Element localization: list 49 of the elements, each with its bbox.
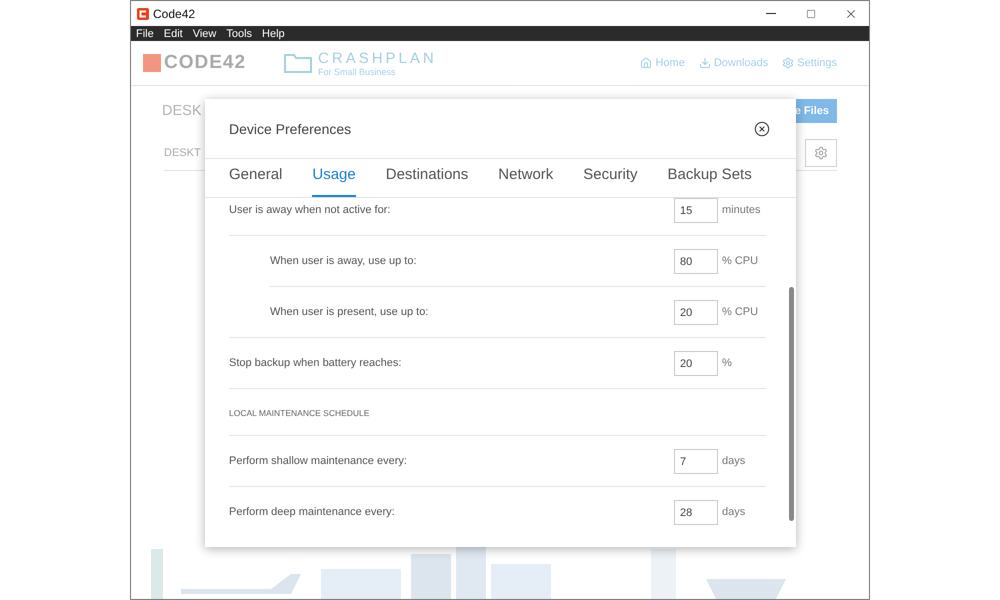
logo-icon: [143, 54, 161, 72]
minimize-icon: [766, 13, 776, 14]
settings-icon: [782, 57, 794, 69]
menu-item[interactable]: Help: [262, 28, 285, 40]
setting-label: Perform shallow maintenance every:: [229, 454, 408, 469]
setting-label: When user is away, use up to:: [270, 254, 418, 269]
home-icon: [640, 57, 652, 69]
download-icon: [698, 57, 711, 69]
tab[interactable]: Network: [498, 159, 554, 197]
product-tagline: For Small Business: [318, 66, 397, 76]
menu-item[interactable]: File: [136, 28, 154, 40]
dialog-title: Device Preferences: [229, 120, 352, 136]
tab[interactable]: Security: [583, 159, 638, 197]
input-field[interactable]: 28: [674, 500, 718, 525]
close-icon[interactable]: [754, 120, 770, 136]
tab[interactable]: Backup Sets: [667, 159, 752, 197]
maximize-icon: [806, 8, 816, 18]
input-field[interactable]: 20: [674, 300, 718, 325]
window-title: Code42: [153, 6, 196, 20]
unit-label: %: [722, 356, 733, 371]
input-field[interactable]: 80: [674, 249, 718, 274]
settings-button[interactable]: [805, 139, 837, 167]
settings-icon: [814, 146, 828, 160]
unit-label: minutes: [722, 203, 762, 218]
device-label: DESKT: [164, 147, 201, 159]
input-field[interactable]: 15: [674, 198, 718, 223]
logo-text: CODE42: [164, 52, 246, 74]
folder-icon: [284, 53, 312, 73]
tab[interactable]: Usage: [312, 159, 356, 197]
section-heading: LOCAL MAINTENANCE SCHEDULE: [229, 407, 370, 420]
setting-label: User is away when not active for:: [229, 203, 392, 218]
setting-label: When user is present, use up to:: [270, 305, 430, 320]
unit-label: % CPU: [722, 305, 760, 320]
input-field[interactable]: 7: [674, 449, 718, 474]
unit-label: % CPU: [722, 254, 760, 269]
setting-label: Stop backup when battery reaches:: [229, 356, 402, 371]
tab[interactable]: General: [229, 159, 282, 197]
app-icon: [137, 8, 149, 20]
unit-label: days: [722, 454, 746, 469]
menu-item[interactable]: View: [192, 28, 216, 40]
setting-label: Perform deep maintenance every:: [229, 505, 396, 520]
device-heading: DESK: [162, 103, 202, 119]
tab[interactable]: Destinations: [386, 159, 468, 197]
scrollbar[interactable]: [789, 287, 794, 521]
unit-label: days: [722, 505, 746, 520]
input-field[interactable]: 20: [674, 351, 718, 376]
menu-item[interactable]: Tools: [226, 28, 252, 40]
product-name: CRASHPLAN: [318, 50, 437, 66]
menu-item[interactable]: Edit: [164, 28, 183, 40]
